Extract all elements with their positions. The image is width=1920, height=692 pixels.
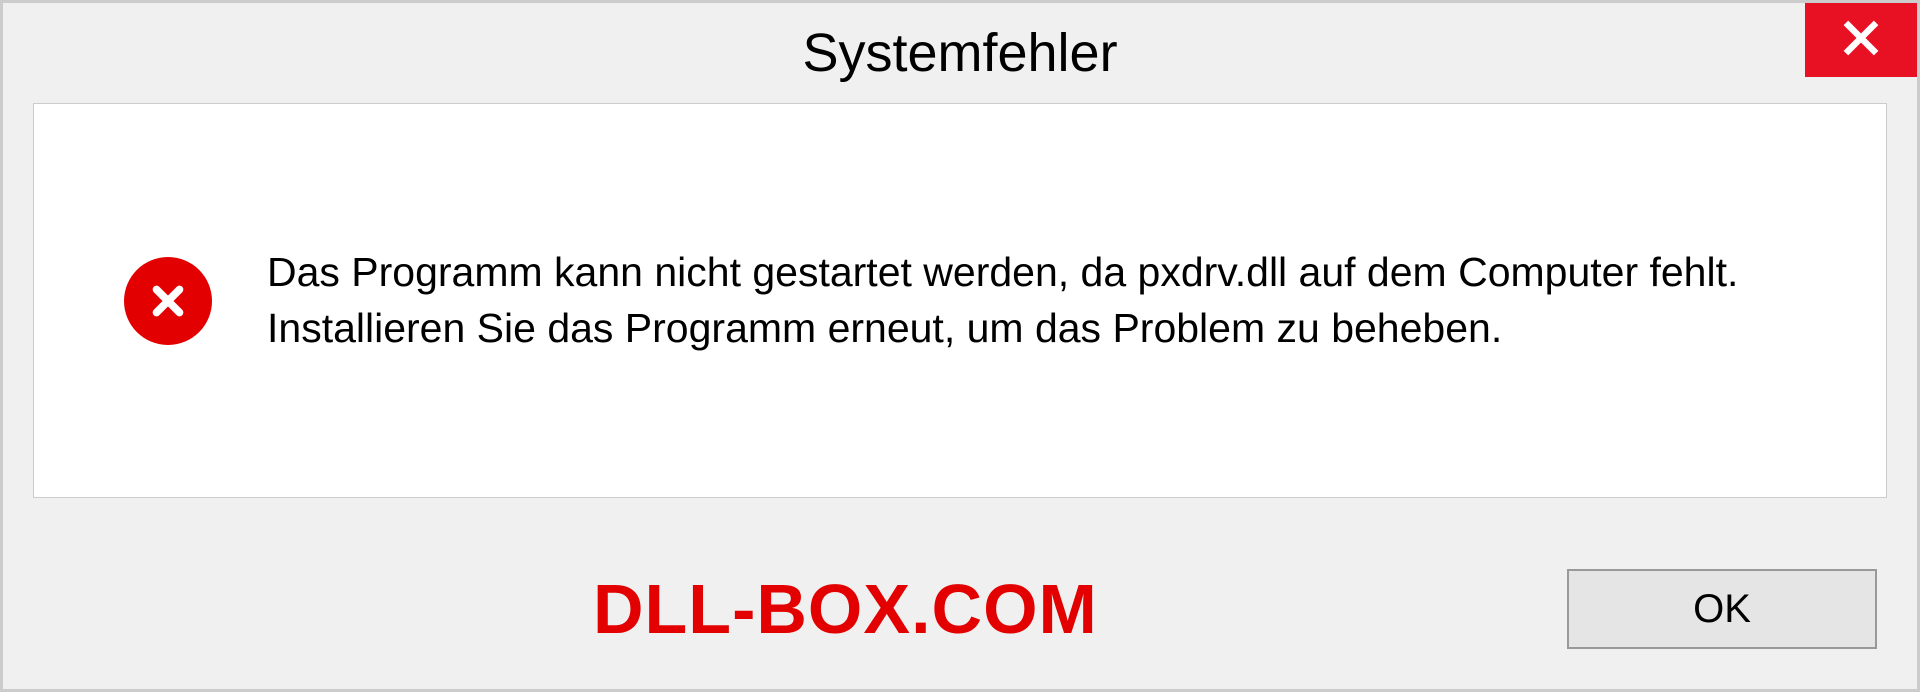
title-bar: Systemfehler: [3, 3, 1917, 103]
system-error-dialog: Systemfehler Das Programm kann nicht ges…: [0, 0, 1920, 692]
watermark-text: DLL-BOX.COM: [593, 569, 1098, 649]
close-icon: [1839, 16, 1883, 65]
content-area: Das Programm kann nicht gestartet werden…: [33, 103, 1887, 498]
close-button[interactable]: [1805, 3, 1917, 77]
dialog-title: Systemfehler: [802, 22, 1117, 84]
dialog-footer: DLL-BOX.COM OK: [3, 529, 1917, 689]
error-icon: [124, 257, 212, 345]
error-message: Das Programm kann nicht gestartet werden…: [267, 245, 1796, 356]
ok-button[interactable]: OK: [1567, 569, 1877, 649]
